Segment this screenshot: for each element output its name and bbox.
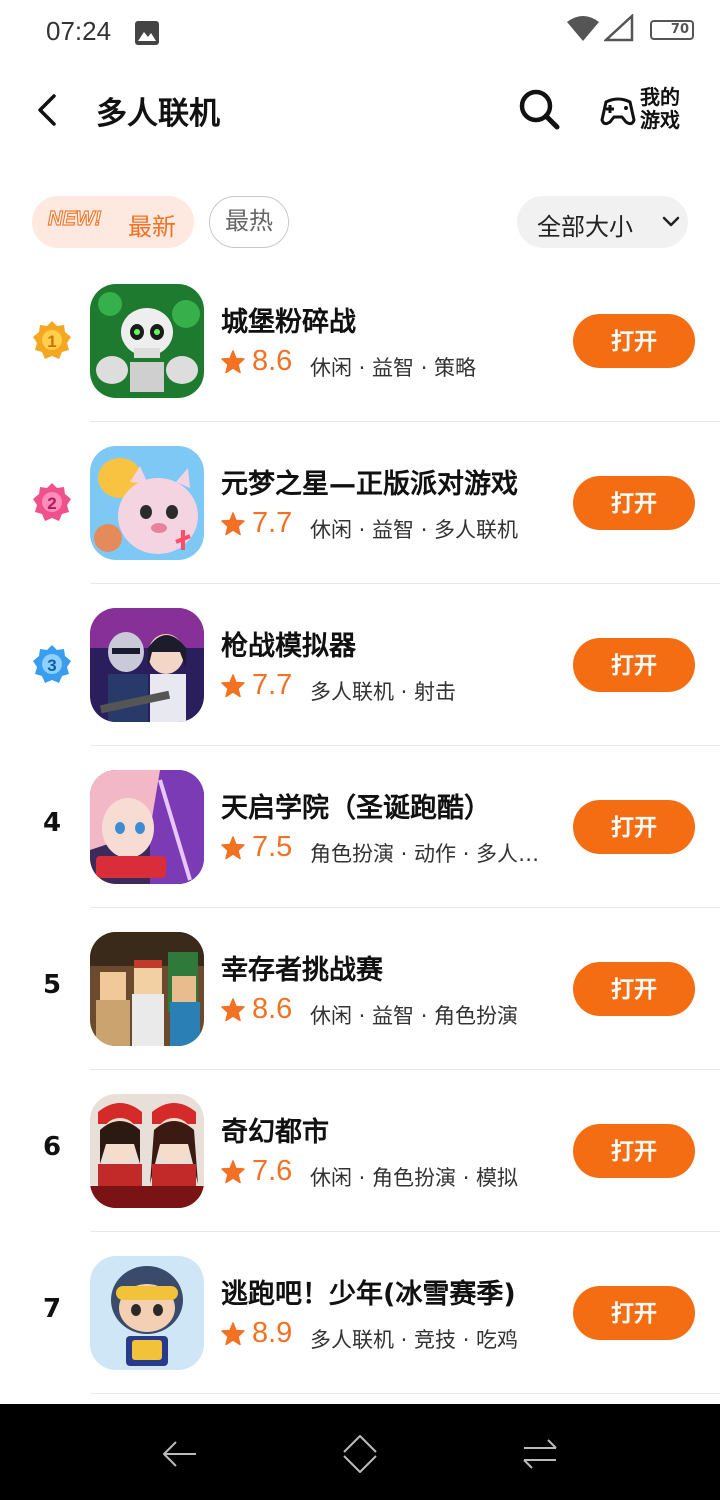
system-navigation-bar bbox=[0, 1404, 720, 1500]
open-button[interactable]: 打开 bbox=[573, 476, 695, 530]
game-name: 元梦之星—正版派对游戏 bbox=[221, 469, 518, 500]
game-list-item[interactable]: 1 城堡粉碎战 8.6 休闲 · 益智 · 策略 打开 bbox=[0, 260, 720, 422]
search-icon[interactable] bbox=[516, 86, 562, 132]
rating-star-icon bbox=[221, 836, 245, 860]
rating-star-icon bbox=[221, 512, 245, 536]
rank-number: 7 bbox=[42, 1294, 62, 1324]
rank-number: 4 bbox=[42, 808, 62, 838]
rank-number: 6 bbox=[42, 1132, 62, 1162]
header: 多人联机 我的游戏 bbox=[0, 72, 720, 148]
battery-indicator: 70 bbox=[650, 20, 694, 40]
open-button[interactable]: 打开 bbox=[573, 962, 695, 1016]
game-name: 枪战模拟器 bbox=[221, 631, 356, 662]
pink-medal-icon: 2 bbox=[33, 483, 71, 521]
size-filter-label: 全部大小 bbox=[537, 213, 633, 241]
open-button[interactable]: 打开 bbox=[573, 800, 695, 854]
game-icon-yuanmeng-star[interactable] bbox=[90, 446, 204, 560]
status-time: 07:24 bbox=[46, 16, 112, 46]
nav-back-icon[interactable] bbox=[160, 1434, 200, 1474]
game-icon-fantasy-city[interactable] bbox=[90, 1094, 204, 1208]
status-bar: 07:24 70 bbox=[0, 0, 720, 70]
game-tags: 休闲 · 角色扮演 · 模拟 bbox=[310, 1166, 519, 1190]
rating-value: 7.7 bbox=[252, 669, 293, 701]
rating-value: 7.7 bbox=[252, 507, 293, 539]
rank-number: 5 bbox=[42, 970, 62, 1000]
game-tags: 休闲 · 益智 · 多人联机 bbox=[310, 518, 519, 542]
game-ranking-page: 07:24 70 多人联机 我的游戏 NEW! 最新 最热 全部大小 1 城堡粉… bbox=[0, 0, 720, 1500]
size-filter-dropdown[interactable]: 全部大小 bbox=[517, 196, 688, 248]
tab-newest[interactable]: NEW! 最新 bbox=[32, 196, 194, 248]
blue-medal-icon: 3 bbox=[33, 645, 71, 683]
divider bbox=[90, 1393, 720, 1394]
new-badge: NEW! bbox=[47, 207, 102, 230]
game-tags: 角色扮演 · 动作 · 多人联机 bbox=[310, 842, 540, 866]
tab-newest-label: 最新 bbox=[128, 213, 176, 241]
game-icon-survivor-challenge[interactable] bbox=[90, 932, 204, 1046]
game-tags: 多人联机 · 竞技 · 吃鸡 bbox=[310, 1328, 519, 1352]
medal-rank-text: 2 bbox=[47, 494, 56, 513]
rating-value: 7.5 bbox=[252, 831, 293, 863]
open-button[interactable]: 打开 bbox=[573, 1124, 695, 1178]
tab-hottest[interactable]: 最热 bbox=[209, 196, 289, 248]
gamepad-icon bbox=[600, 97, 636, 126]
game-tags: 休闲 · 益智 · 角色扮演 bbox=[310, 1004, 519, 1028]
open-button[interactable]: 打开 bbox=[573, 638, 695, 692]
game-icon-castle-crush[interactable] bbox=[90, 284, 204, 398]
gold-medal-icon: 1 bbox=[33, 321, 71, 359]
game-list-item[interactable]: 6 奇幻都市 7.6 休闲 · 角色扮演 · 模拟 打开 bbox=[0, 1070, 720, 1232]
medal-rank-text: 3 bbox=[47, 656, 56, 675]
game-name: 奇幻都市 bbox=[221, 1117, 329, 1148]
game-tags: 休闲 · 益智 · 策略 bbox=[310, 356, 477, 380]
rating-star-icon bbox=[221, 998, 245, 1022]
rating-star-icon bbox=[221, 1160, 245, 1184]
rating-star-icon bbox=[221, 350, 245, 374]
rating-value: 8.6 bbox=[252, 993, 293, 1025]
game-name: 天启学院（圣诞跑酷） bbox=[221, 793, 491, 824]
medal-rank-text: 1 bbox=[47, 332, 56, 351]
image-notification-icon bbox=[135, 21, 159, 45]
open-button[interactable]: 打开 bbox=[573, 314, 695, 368]
back-icon[interactable] bbox=[30, 90, 66, 130]
rating-star-icon bbox=[221, 674, 245, 698]
game-icon-run-boy[interactable] bbox=[90, 1256, 204, 1370]
game-name: 城堡粉碎战 bbox=[221, 307, 356, 338]
game-list-item[interactable]: 3 枪战模拟器 7.7 多人联机 · 射击 打开 bbox=[0, 584, 720, 746]
game-icon-apocalypse-academy[interactable] bbox=[90, 770, 204, 884]
game-list-item[interactable]: 5 幸存者挑战赛 8.6 休闲 · 益智 · 角色扮演 打开 bbox=[0, 908, 720, 1070]
game-list-item[interactable]: 2 元梦之星—正版派对游戏 7.7 休闲 · 益智 · 多人联机 打开 bbox=[0, 422, 720, 584]
my-games-button[interactable]: 我的游戏 bbox=[598, 86, 690, 132]
page-title: 多人联机 bbox=[96, 96, 220, 132]
signal-icon bbox=[604, 14, 634, 42]
battery-level: 70 bbox=[670, 22, 689, 37]
wifi-icon bbox=[567, 16, 599, 41]
rating-value: 7.6 bbox=[252, 1155, 293, 1187]
open-button[interactable]: 打开 bbox=[573, 1286, 695, 1340]
my-games-label: 我的游戏 bbox=[640, 85, 680, 132]
nav-recent-apps-icon[interactable] bbox=[520, 1434, 560, 1474]
nav-home-icon[interactable] bbox=[340, 1432, 380, 1476]
rating-star-icon bbox=[221, 1322, 245, 1346]
rating-value: 8.9 bbox=[252, 1317, 293, 1349]
game-name: 幸存者挑战赛 bbox=[221, 955, 383, 986]
filter-bar: NEW! 最新 最热 全部大小 bbox=[0, 196, 720, 250]
chevron-down-icon bbox=[662, 216, 680, 227]
game-icon-gunfight-simulator[interactable] bbox=[90, 608, 204, 722]
game-tags: 多人联机 · 射击 bbox=[310, 680, 457, 704]
game-list-item[interactable]: 7 逃跑吧！少年(冰雪赛季) 8.9 多人联机 · 竞技 · 吃鸡 打开 bbox=[0, 1232, 720, 1394]
game-list-item[interactable]: 4 天启学院（圣诞跑酷） 7.5 角色扮演 · 动作 · 多人联机 打开 bbox=[0, 746, 720, 908]
game-name: 逃跑吧！少年(冰雪赛季) bbox=[221, 1279, 516, 1310]
rating-value: 8.6 bbox=[252, 345, 293, 377]
